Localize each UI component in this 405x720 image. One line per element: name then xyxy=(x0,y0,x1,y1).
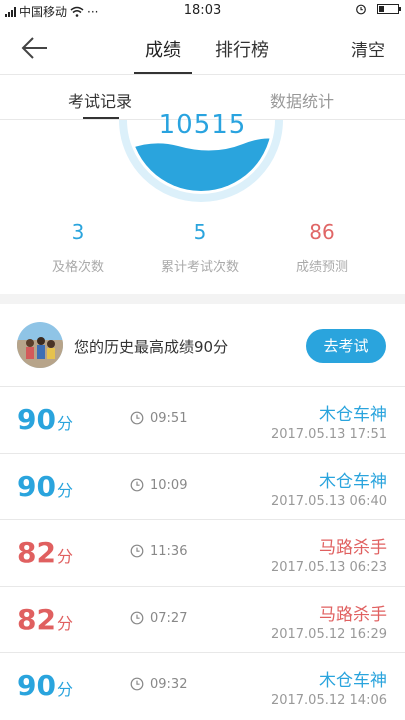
stat-value: 3 xyxy=(71,220,85,244)
record-row[interactable]: 90分 09:51 木仓车神 2017.05.13 17:51 xyxy=(0,386,405,453)
stat-value: 5 xyxy=(193,220,207,244)
record-title: 马路杀手 xyxy=(319,538,387,558)
record-row[interactable]: 90分 10:09 木仓车神 2017.05.13 06:40 xyxy=(0,453,405,520)
clock-icon xyxy=(130,544,144,558)
clock-icon xyxy=(130,677,144,691)
record-title: 马路杀手 xyxy=(319,605,387,625)
record-duration: 07:27 xyxy=(150,611,188,626)
score-unit: 分 xyxy=(56,547,73,566)
score-unit: 分 xyxy=(56,680,73,699)
record-duration: 11:36 xyxy=(150,544,188,559)
record-row[interactable]: 82分 07:27 马路杀手 2017.05.12 16:29 xyxy=(0,586,405,653)
stat-value: 86 xyxy=(309,220,335,244)
status-bar: 中国移动 ··· 18:03 xyxy=(0,0,405,22)
nav-bar: 成绩 排行榜 清空 xyxy=(0,22,405,74)
record-score: 82分 xyxy=(17,536,73,569)
record-date: 2017.05.13 17:51 xyxy=(270,427,387,442)
score-unit: 分 xyxy=(56,481,73,500)
best-score-text: 您的历史最高成绩90分 xyxy=(74,338,229,356)
record-score: 90分 xyxy=(17,669,73,702)
section-separator xyxy=(0,294,405,304)
tab-ranking[interactable]: 排行榜 xyxy=(215,36,269,62)
stat-label: 成绩预测 xyxy=(295,260,348,275)
record-score: 90分 xyxy=(17,470,73,503)
score-value: 90 xyxy=(17,470,56,503)
record-date: 2017.05.12 16:29 xyxy=(270,627,387,642)
record-row[interactable]: 82分 11:36 马路杀手 2017.05.13 06:23 xyxy=(0,519,405,586)
score-unit: 分 xyxy=(56,414,73,433)
record-score: 82分 xyxy=(17,603,73,636)
clock-icon xyxy=(130,611,144,625)
clear-button[interactable]: 清空 xyxy=(351,36,385,61)
record-row[interactable]: 90分 09:32 木仓车神 2017.05.12 14:06 xyxy=(0,652,405,719)
stat-prediction: 86 成绩预测 xyxy=(252,220,392,275)
score-value: 90 xyxy=(17,403,56,436)
divider xyxy=(0,74,405,75)
record-duration: 09:51 xyxy=(150,411,188,426)
tab-exam-records[interactable]: 考试记录 xyxy=(68,88,132,112)
record-title: 木仓车神 xyxy=(319,405,387,425)
record-date: 2017.05.13 06:40 xyxy=(270,494,387,509)
score-value: 82 xyxy=(17,536,56,569)
tab-data-stats[interactable]: 数据统计 xyxy=(270,88,334,112)
stat-label: 累计考试次数 xyxy=(160,260,239,275)
status-time: 18:03 xyxy=(183,3,222,18)
record-score: 90分 xyxy=(17,403,73,436)
score-gauge xyxy=(118,120,284,202)
record-date: 2017.05.12 14:06 xyxy=(270,693,387,708)
tab-scores[interactable]: 成绩 xyxy=(145,36,181,62)
record-title: 木仓车神 xyxy=(319,472,387,492)
stat-pass-count: 3 及格次数 xyxy=(8,220,148,275)
score-value: 90 xyxy=(17,669,56,702)
record-duration: 10:09 xyxy=(150,478,188,493)
clock-icon xyxy=(130,411,144,425)
arrow-left-icon[interactable] xyxy=(20,34,50,62)
clock-icon xyxy=(130,478,144,492)
stat-total-exams: 5 累计考试次数 xyxy=(130,220,270,275)
record-date: 2017.05.13 06:23 xyxy=(270,560,387,575)
stat-label: 及格次数 xyxy=(51,260,104,275)
score-unit: 分 xyxy=(56,614,73,633)
record-title: 木仓车神 xyxy=(319,671,387,691)
record-duration: 09:32 xyxy=(150,677,188,692)
score-value: 82 xyxy=(17,603,56,636)
battery-icon xyxy=(377,4,401,14)
take-exam-button[interactable]: 去考试 xyxy=(306,329,386,363)
alarm-icon xyxy=(356,4,366,15)
avatar xyxy=(17,322,63,368)
